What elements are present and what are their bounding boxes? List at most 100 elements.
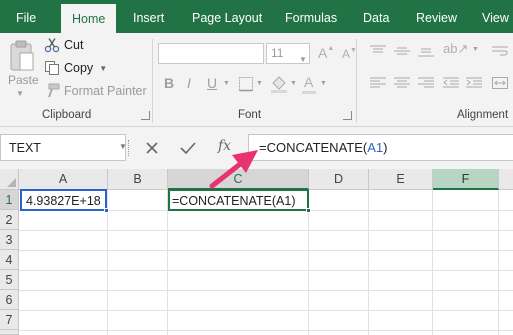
tab-page-layout[interactable]: Page Layout bbox=[192, 0, 262, 33]
tab-file[interactable]: File bbox=[16, 0, 36, 33]
font-color-icon[interactable]: A bbox=[304, 74, 313, 90]
fill-handle[interactable] bbox=[306, 208, 311, 213]
column-header-a[interactable]: A bbox=[19, 169, 108, 190]
worksheet-grid: A B C D E F 1 2 3 4 5 6 7 4.93827E+18 =C… bbox=[0, 169, 513, 335]
column-header-d[interactable]: D bbox=[309, 169, 369, 190]
column-header-e[interactable]: E bbox=[369, 169, 433, 190]
underline-dropdown-icon[interactable]: ▼ bbox=[223, 80, 230, 87]
align-center-icon[interactable] bbox=[394, 77, 410, 89]
fill-color-icon[interactable] bbox=[270, 75, 288, 93]
paste-dropdown-icon[interactable]: ▼ bbox=[16, 89, 24, 98]
name-box-value: TEXT bbox=[9, 141, 41, 155]
tab-view[interactable]: View bbox=[482, 0, 509, 33]
gridline bbox=[19, 290, 513, 291]
middle-align-icon[interactable] bbox=[394, 45, 410, 57]
group-divider bbox=[152, 39, 153, 123]
formula-suffix: ) bbox=[383, 140, 388, 155]
orientation-dropdown-icon[interactable]: ▼ bbox=[472, 46, 479, 53]
font-size-input[interactable]: 11 ▼ bbox=[266, 43, 310, 64]
name-box[interactable]: TEXT bbox=[0, 134, 126, 161]
cut-button[interactable]: Cut bbox=[44, 36, 83, 54]
merge-center-icon[interactable] bbox=[492, 77, 508, 89]
alignment-group-label: Alignment bbox=[457, 109, 509, 121]
align-right-icon[interactable] bbox=[418, 77, 434, 89]
row-header-8[interactable] bbox=[0, 330, 19, 335]
font-group-label: Font bbox=[238, 109, 262, 121]
font-dialog-launcher-icon[interactable] bbox=[343, 111, 352, 120]
select-all-icon bbox=[7, 178, 16, 187]
font-size-value: 11 bbox=[271, 46, 284, 60]
format-painter-button[interactable]: Format Painter bbox=[44, 82, 147, 100]
paintbrush-icon bbox=[48, 83, 60, 98]
tab-insert[interactable]: Insert bbox=[133, 0, 164, 33]
increase-font-size-icon[interactable]: A▲ bbox=[318, 45, 334, 61]
ribbon-tab-bar: File Home Insert Page Layout Formulas Da… bbox=[0, 0, 513, 39]
formula-prefix: =CONCATENATE( bbox=[259, 140, 368, 155]
insert-function-button[interactable]: fx bbox=[218, 138, 231, 154]
group-divider bbox=[356, 39, 357, 123]
row-header-3[interactable]: 3 bbox=[0, 230, 19, 250]
bold-button[interactable]: B bbox=[164, 75, 174, 91]
fill-color-dropdown-icon[interactable]: ▼ bbox=[290, 80, 297, 87]
orientation-icon[interactable]: ab↗ bbox=[443, 41, 468, 57]
font-color-swatch bbox=[302, 91, 316, 94]
underline-button[interactable]: U bbox=[207, 75, 217, 91]
tab-review[interactable]: Review bbox=[416, 0, 457, 33]
borders-dropdown-icon[interactable]: ▼ bbox=[256, 80, 263, 87]
resize-handle[interactable] bbox=[128, 140, 130, 156]
gridline bbox=[19, 330, 513, 331]
row-header-5[interactable]: 5 bbox=[0, 270, 19, 290]
formula-reference: A1 bbox=[367, 140, 384, 155]
row-header-2[interactable]: 2 bbox=[0, 210, 19, 230]
cell-a1[interactable]: 4.93827E+18 bbox=[26, 194, 101, 208]
enter-formula-icon[interactable] bbox=[180, 141, 196, 155]
wrap-text-icon[interactable] bbox=[492, 45, 508, 57]
gridline bbox=[368, 190, 369, 335]
format-painter-label: Format Painter bbox=[64, 84, 147, 98]
copy-label: Copy bbox=[64, 61, 94, 75]
row-header-1[interactable]: 1 bbox=[0, 190, 19, 210]
increase-indent-icon[interactable] bbox=[466, 77, 482, 89]
borders-icon[interactable] bbox=[238, 76, 254, 92]
gridline bbox=[19, 270, 513, 271]
row-header-6[interactable]: 6 bbox=[0, 290, 19, 310]
tab-data[interactable]: Data bbox=[363, 0, 389, 33]
bottom-align-icon[interactable] bbox=[418, 45, 434, 57]
formula-text: =CONCATENATE(A1) bbox=[259, 140, 387, 155]
decrease-indent-icon[interactable] bbox=[443, 77, 459, 89]
italic-button[interactable]: I bbox=[187, 75, 191, 91]
ribbon: Paste ▼ Cut Copy ▼ Format Painter Clipbo… bbox=[0, 33, 513, 127]
select-all-button[interactable] bbox=[0, 169, 19, 190]
gridline bbox=[19, 310, 513, 311]
font-size-dropdown-icon[interactable]: ▼ bbox=[299, 50, 307, 69]
font-color-dropdown-icon[interactable]: ▼ bbox=[320, 80, 327, 87]
column-header-g[interactable] bbox=[499, 169, 513, 190]
row-header-4[interactable]: 4 bbox=[0, 250, 19, 270]
row-header-7[interactable]: 7 bbox=[0, 310, 19, 330]
name-box-dropdown-icon[interactable]: ▼ bbox=[119, 142, 127, 151]
gridline bbox=[19, 250, 513, 251]
align-left-icon[interactable] bbox=[370, 77, 386, 89]
tab-formulas[interactable]: Formulas bbox=[285, 0, 337, 33]
clipboard-dialog-launcher-icon[interactable] bbox=[141, 111, 150, 120]
column-header-c[interactable]: C bbox=[168, 169, 309, 190]
gridline bbox=[432, 190, 433, 335]
cut-label: Cut bbox=[64, 38, 84, 52]
clipboard-group-label: Clipboard bbox=[42, 109, 92, 121]
top-align-icon[interactable] bbox=[370, 45, 386, 57]
cancel-formula-icon[interactable] bbox=[145, 141, 159, 155]
column-header-b[interactable]: B bbox=[108, 169, 168, 190]
copy-dropdown-icon[interactable]: ▼ bbox=[99, 64, 107, 73]
reference-handle[interactable] bbox=[104, 208, 109, 213]
gridline bbox=[498, 190, 499, 335]
cell-c1[interactable]: =CONCATENATE(A1) bbox=[172, 194, 296, 208]
formula-input[interactable]: =CONCATENATE(A1) bbox=[248, 134, 513, 161]
paste-icon[interactable] bbox=[9, 39, 35, 73]
decrease-font-size-icon[interactable]: A▼ bbox=[342, 47, 357, 61]
gridline bbox=[167, 190, 168, 335]
paste-button[interactable]: Paste bbox=[8, 73, 39, 87]
gridline bbox=[19, 230, 513, 231]
font-name-input[interactable] bbox=[158, 43, 264, 64]
column-header-f[interactable]: F bbox=[433, 169, 499, 190]
copy-button[interactable]: Copy ▼ bbox=[44, 59, 107, 77]
